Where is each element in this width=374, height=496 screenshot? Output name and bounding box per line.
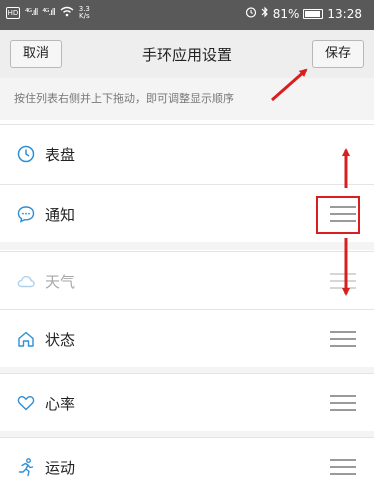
list-item-label: 运动 [45,459,76,477]
drag-handle[interactable] [330,331,356,347]
list-item-label: 心率 [45,395,76,413]
row-gap [0,242,374,250]
highlight-box [316,196,360,234]
list-item-label: 通知 [45,206,76,224]
heart-icon [16,393,36,413]
status-bar: HD ⁴ᴳ.ıll ⁴ᴳ.ıll 3.3 K/s 81% 13:28 [0,0,374,30]
list-item-sport[interactable]: 运动 [0,437,374,496]
drag-handle[interactable] [330,273,356,289]
bluetooth-icon [261,6,269,21]
alarm-icon [245,6,257,21]
notification-icon [16,204,36,224]
list-item-label: 天气 [45,273,76,291]
nav-bar: 取消 手环应用设置 保存 [0,30,374,78]
battery-percent: 81% [272,6,300,21]
signal-icon-2: ⁴ᴳ.ıll [42,8,55,18]
home-icon [16,329,36,349]
save-button[interactable]: 保存 [312,40,364,68]
battery-icon [303,8,324,19]
list-item-heart-rate[interactable]: 心率 [0,373,374,431]
signal-icon: ⁴ᴳ.ıll [25,8,38,18]
drag-handle[interactable] [330,395,356,411]
running-icon [16,457,36,477]
wifi-icon [60,6,74,20]
list-item-status[interactable]: 状态 [0,309,374,367]
list-item-weather[interactable]: 天气 [0,251,374,309]
net-speed: 3.3 K/s [78,5,90,20]
weather-icon [16,271,36,291]
watch-face-icon [16,144,36,164]
list-item-label: 状态 [45,331,76,349]
reorder-hint: 按住列表右侧并上下拖动，即可调整显示顺序 [0,78,374,120]
hd-badge: HD [6,7,20,19]
list-item-watch-face[interactable]: 表盘 [0,124,374,182]
drag-handle[interactable] [330,459,356,475]
list-item-label: 表盘 [45,146,76,164]
clock: 13:28 [327,6,362,21]
